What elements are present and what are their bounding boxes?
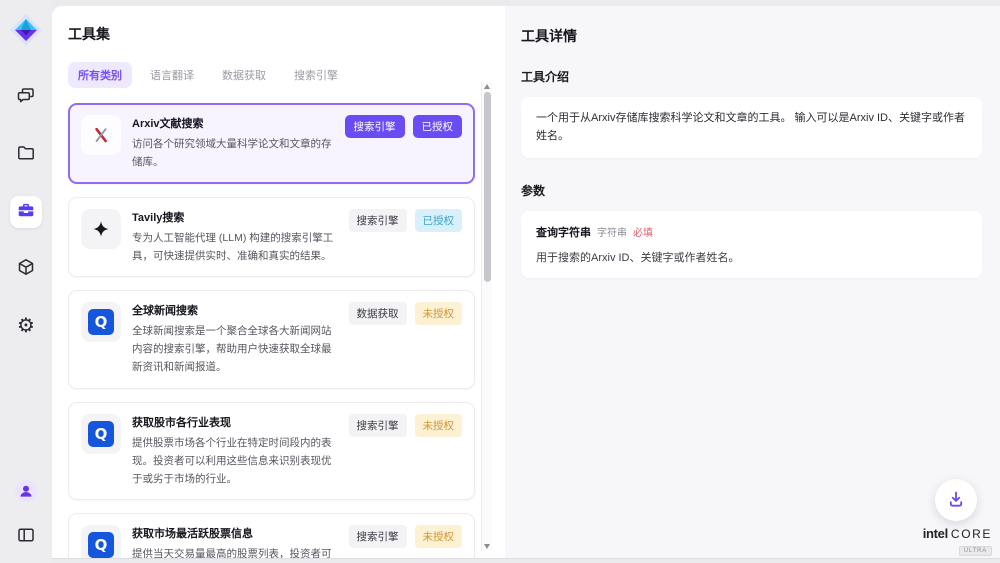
tab-3[interactable]: 数据获取 xyxy=(212,62,276,88)
param-head: 查询字符串 字符串 必填 xyxy=(536,224,967,240)
toolbox-icon xyxy=(16,200,36,225)
sidebar-item-chat[interactable] xyxy=(10,82,42,114)
arxiv-icon xyxy=(81,115,121,155)
intro-heading: 工具介绍 xyxy=(521,68,982,85)
tool-card-5[interactable]: Q获取市场最活跃股票信息提供当天交易量最高的股票列表，投资者可以利用这些信息来识… xyxy=(68,513,475,563)
tool-card-4[interactable]: Q 获取股市各行业表现提供股票市场各个行业在特定时间段内的表现。投资者可以利用这些… xyxy=(68,402,475,501)
core-wordmark: core xyxy=(951,528,992,540)
intel-core-logo: intel core ultra xyxy=(923,527,992,556)
page-title: 工具集 xyxy=(68,24,505,44)
tool-name: Arxiv文献搜索 xyxy=(132,115,334,131)
blue-q-icon: Q xyxy=(81,302,121,342)
tool-tags: 搜索引擎已授权 xyxy=(345,115,463,172)
sidebar: ⚙ xyxy=(0,0,52,563)
chat-icon xyxy=(16,86,36,111)
tool-info: 获取股市各行业表现提供股票市场各个行业在特定时间段内的表现。投资者可以利用这些信… xyxy=(132,414,338,489)
tab-4[interactable]: 搜索引擎 xyxy=(284,62,348,88)
window-bottom-edge xyxy=(0,558,1000,563)
tool-card-3[interactable]: Q 全球新闻搜索全球新闻搜索是一个聚合全球各大新闻网站内容的搜索引擎，帮助用户快速… xyxy=(68,290,475,389)
tool-description: 全球新闻搜索是一个聚合全球各大新闻网站内容的搜索引擎，帮助用户快速获取全球最新资… xyxy=(132,323,338,377)
category-tag: 搜索引擎 xyxy=(345,115,405,138)
tool-list: Arxiv文献搜索访问各个研究领域大量科学论文和文章的存储库。搜索引擎已授权Ta… xyxy=(68,101,505,563)
intel-wordmark: intel xyxy=(923,527,948,540)
gear-icon: ⚙ xyxy=(17,316,35,336)
auth-status-badge: 未授权 xyxy=(415,302,463,325)
panel-layout-icon xyxy=(16,525,36,550)
tool-description: 提供股票市场各个行业在特定时间段内的表现。投资者可以利用这些信息来识别表现优于或… xyxy=(132,435,338,489)
tool-info: Arxiv文献搜索访问各个研究领域大量科学论文和文章的存储库。 xyxy=(132,115,334,172)
scroll-up-arrow-icon[interactable] xyxy=(484,84,490,89)
window-top-edge xyxy=(0,0,1000,6)
tool-name: 全球新闻搜索 xyxy=(132,302,338,318)
sidebar-item-models[interactable] xyxy=(10,253,42,285)
user-avatar[interactable] xyxy=(10,477,42,509)
tool-name: 获取股市各行业表现 xyxy=(132,414,338,430)
tool-name: Tavily搜索 xyxy=(132,209,338,225)
category-tag: 数据获取 xyxy=(349,302,407,325)
scroll-down-arrow-icon[interactable] xyxy=(484,544,490,549)
sidebar-item-tools[interactable] xyxy=(10,196,42,228)
tab-2[interactable]: 语言翻译 xyxy=(140,62,204,88)
tool-info: Tavily搜索专为人工智能代理 (LLM) 构建的搜索引擎工具，可快速提供实时… xyxy=(132,209,338,266)
tool-description: 专为人工智能代理 (LLM) 构建的搜索引擎工具，可快速提供实时、准确和真实的结… xyxy=(132,230,338,266)
tool-tags: 搜索引擎已授权 xyxy=(349,209,463,266)
auth-status-badge: 未授权 xyxy=(415,414,463,437)
sidebar-collapse-button[interactable] xyxy=(10,521,42,553)
sidebar-item-files[interactable] xyxy=(10,139,42,171)
tool-detail-panel: 工具详情 工具介绍 一个用于从Arxiv存储库搜索科学论文和文章的工具。 输入可… xyxy=(505,6,1000,563)
tavily-star-icon xyxy=(81,209,121,249)
category-tag: 搜索引擎 xyxy=(349,525,407,548)
download-icon xyxy=(946,489,966,512)
tool-description: 访问各个研究领域大量科学论文和文章的存储库。 xyxy=(132,136,334,172)
category-tabs: 所有类别语言翻译数据获取搜索引擎 xyxy=(68,62,505,88)
sidebar-nav: ⚙ xyxy=(10,82,42,342)
auth-status-badge: 已授权 xyxy=(415,209,463,232)
tool-card-1[interactable]: Arxiv文献搜索访问各个研究领域大量科学论文和文章的存储库。搜索引擎已授权 xyxy=(68,103,475,184)
param-name: 查询字符串 xyxy=(536,224,591,240)
download-button[interactable] xyxy=(935,479,977,521)
ultra-badge: ultra xyxy=(959,546,992,556)
params-heading: 参数 xyxy=(521,182,982,199)
scrollbar-thumb[interactable] xyxy=(484,92,491,282)
detail-title: 工具详情 xyxy=(521,26,982,46)
avatar-person-icon xyxy=(14,479,38,508)
tool-tags: 搜索引擎未授权 xyxy=(349,414,463,489)
sidebar-item-settings[interactable]: ⚙ xyxy=(10,310,42,342)
intro-text: 一个用于从Arxiv存储库搜索科学论文和文章的工具。 输入可以是Arxiv ID… xyxy=(536,110,967,145)
tool-card-2[interactable]: Tavily搜索专为人工智能代理 (LLM) 构建的搜索引擎工具，可快速提供实时… xyxy=(68,197,475,278)
param-required-badge: 必填 xyxy=(633,224,653,239)
sidebar-bottom xyxy=(10,477,42,553)
list-scrollbar[interactable] xyxy=(481,82,492,551)
category-tag: 搜索引擎 xyxy=(349,209,407,232)
folder-icon xyxy=(16,143,36,168)
category-tag: 搜索引擎 xyxy=(349,414,407,437)
auth-status-badge: 未授权 xyxy=(415,525,463,548)
tool-tags: 数据获取未授权 xyxy=(349,302,463,377)
tool-info: 全球新闻搜索全球新闻搜索是一个聚合全球各大新闻网站内容的搜索引擎，帮助用户快速获… xyxy=(132,302,338,377)
app-logo-icon xyxy=(8,12,44,48)
intro-box: 一个用于从Arxiv存储库搜索科学论文和文章的工具。 输入可以是Arxiv ID… xyxy=(521,97,982,158)
param-box: 查询字符串 字符串 必填 用于搜索的Arxiv ID、关键字或作者姓名。 xyxy=(521,211,982,278)
blue-q-icon: Q xyxy=(81,414,121,454)
param-type: 字符串 xyxy=(597,224,627,239)
tab-1[interactable]: 所有类别 xyxy=(68,62,132,88)
tool-list-panel: 工具集 所有类别语言翻译数据获取搜索引擎 Arxiv文献搜索访问各个研究领域大量… xyxy=(52,6,505,563)
tool-name: 获取市场最活跃股票信息 xyxy=(132,525,338,541)
param-description: 用于搜索的Arxiv ID、关键字或作者姓名。 xyxy=(536,249,967,265)
cube-icon xyxy=(16,257,36,282)
auth-status-badge: 已授权 xyxy=(413,115,463,138)
